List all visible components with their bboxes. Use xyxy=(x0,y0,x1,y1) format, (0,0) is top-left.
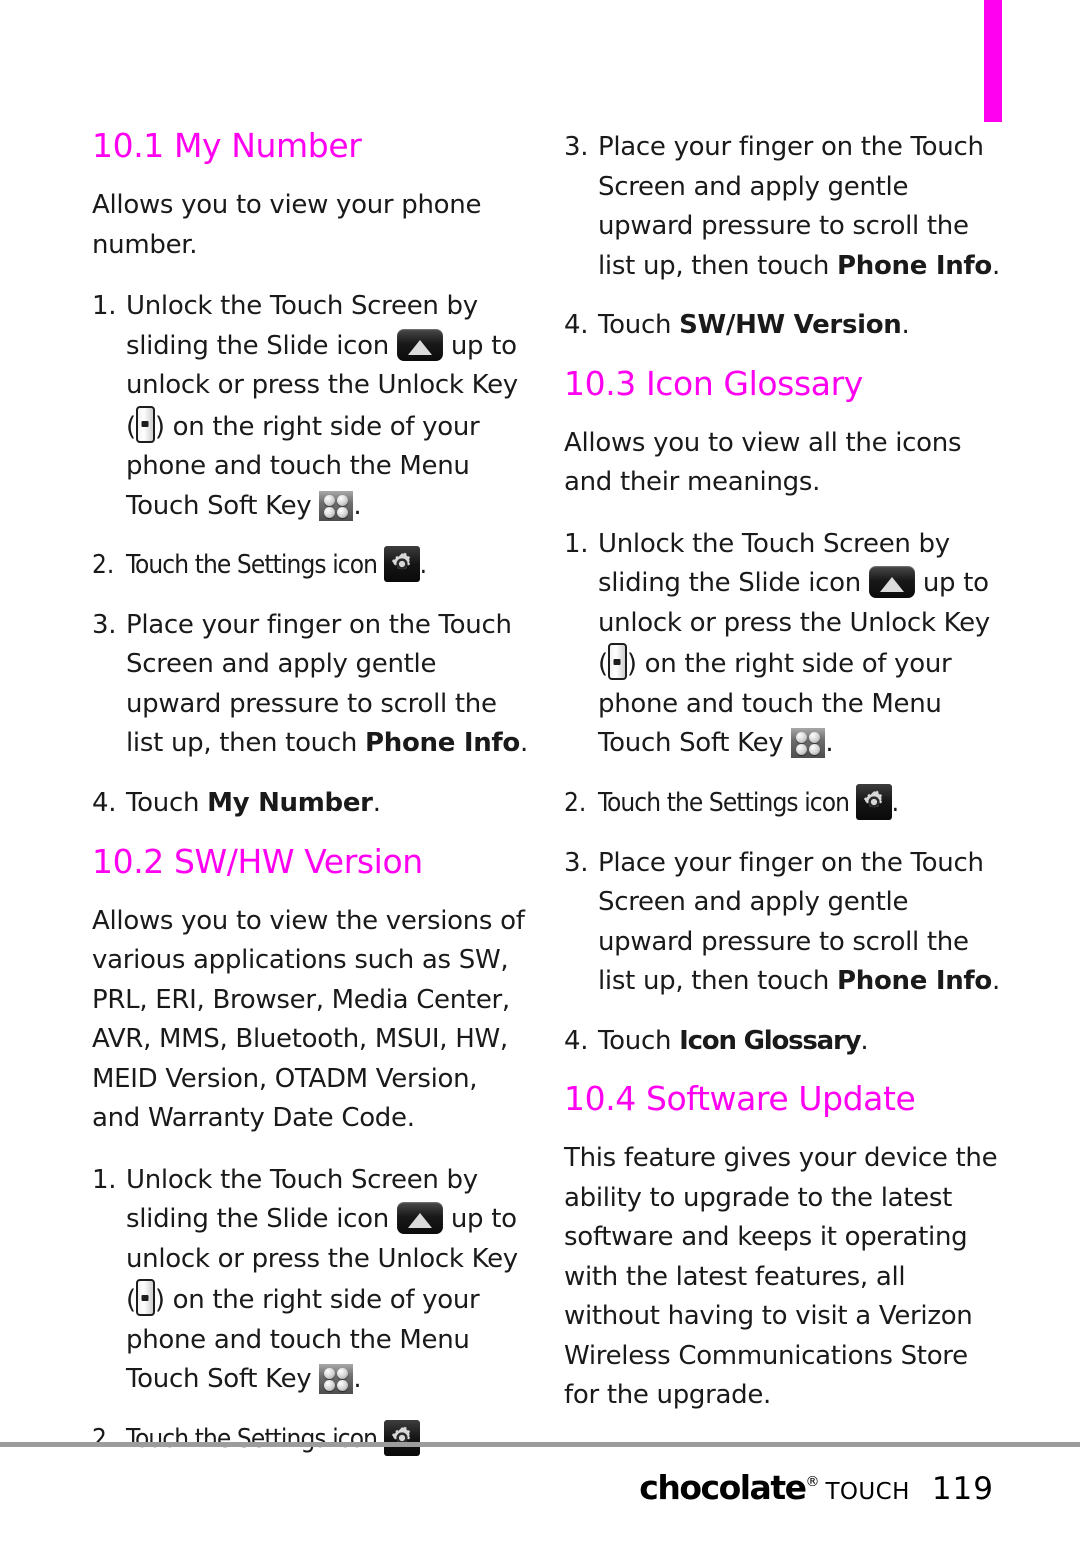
step-number: 2. xyxy=(92,550,115,581)
step-number: 2. xyxy=(92,1424,115,1454)
step-item: 1. Unlock the Touch Screen by sliding the… xyxy=(92,287,532,526)
heading-10-4: 10.4 Software Update xyxy=(564,1079,916,1119)
step-number: 1. xyxy=(564,528,589,559)
step-text: . xyxy=(891,788,899,818)
step-emphasis: SW/HW Version xyxy=(679,310,902,341)
unlock-key-icon xyxy=(607,643,627,681)
slide-icon xyxy=(396,1202,443,1235)
step-number: 3. xyxy=(92,609,117,640)
intro-10-4: This feature gives your device the abili… xyxy=(564,1143,998,1411)
footer-divider xyxy=(0,1442,1080,1447)
step-text: Touch xyxy=(598,310,680,341)
step-number: 1. xyxy=(92,291,117,322)
step-item: 1. Unlock the Touch Screen by sliding the… xyxy=(564,525,1004,764)
step-number: 4. xyxy=(564,1025,589,1056)
step-text: Touch the Settings icon xyxy=(126,550,378,581)
steps-10-2: 1. Unlock the Touch Screen by sliding the… xyxy=(92,1161,532,1460)
registered-mark: ® xyxy=(805,1474,820,1490)
step-item: 4. Touch SW/HW Version. xyxy=(564,306,1004,346)
step-text: . xyxy=(825,728,834,759)
heading-10-2: 10.2 SW/HW Version xyxy=(92,841,423,881)
slide-icon xyxy=(868,566,915,599)
step-emphasis: Icon Glossary xyxy=(679,1025,861,1056)
step-item: 4. Touch Icon Glossary. xyxy=(564,1022,1004,1062)
step-item: 3. Place your finger on the Touch Screen … xyxy=(564,844,1004,1002)
step-number: 4. xyxy=(564,310,589,341)
step-item: 2. Touch the Settings icon . xyxy=(92,546,532,586)
menu-soft-key-icon xyxy=(319,490,354,521)
step-text: . xyxy=(372,788,381,818)
step-text: ) on the right side of your phone and to… xyxy=(126,411,480,521)
heading-10-3: 10.3 Icon Glossary xyxy=(564,363,863,403)
step-number: 2. xyxy=(564,788,587,818)
heading-10-1: 10.1 My Number xyxy=(92,126,362,165)
menu-soft-key-icon xyxy=(791,728,826,759)
step-number: 3. xyxy=(564,132,589,162)
settings-gear-icon xyxy=(383,546,420,583)
intro-10-2: Allows you to view the versions of vario… xyxy=(92,905,525,1134)
page-footer: chocolate® TOUCH 119 xyxy=(0,1468,1080,1528)
slide-icon xyxy=(396,328,443,361)
left-column: 10.1 My Number Allows you to view your p… xyxy=(92,126,532,1480)
step-item: 1. Unlock the Touch Screen by sliding the… xyxy=(92,1161,532,1400)
step-text: Touch xyxy=(126,788,208,818)
settings-gear-icon xyxy=(383,1420,420,1456)
step-emphasis: Phone Info xyxy=(837,966,992,997)
step-text: . xyxy=(419,550,427,581)
steps-10-3: 1. Unlock the Touch Screen by sliding the… xyxy=(564,525,1004,1061)
step-text: Touch the Settings icon xyxy=(126,1424,378,1454)
step-item: 4. Touch My Number. xyxy=(92,784,532,824)
intro-10-3: Allows you to view all the icons and the… xyxy=(564,427,962,498)
page-number: 119 xyxy=(931,1471,994,1507)
step-number: 4. xyxy=(92,788,117,818)
step-text: . xyxy=(901,310,910,341)
manual-page: 10.1 My Number Allows you to view your p… xyxy=(0,0,1080,1552)
chapter-edge-tab xyxy=(984,0,1002,122)
step-emphasis: Phone Info xyxy=(837,250,992,281)
step-item: 3. Place your finger on the Touch Screen … xyxy=(564,128,1004,286)
step-number: 3. xyxy=(564,847,589,878)
step-emphasis: My Number xyxy=(207,788,373,818)
menu-soft-key-icon xyxy=(319,1364,354,1395)
step-item: 2. Touch the Settings icon . xyxy=(564,784,1004,824)
page-columns: 10.1 My Number Allows you to view your p… xyxy=(0,126,1080,1480)
step-text: . xyxy=(353,1364,362,1395)
step-text: . xyxy=(353,490,362,521)
brand-name: chocolate xyxy=(639,1468,807,1507)
step-text: . xyxy=(860,1025,869,1056)
step-text: . xyxy=(991,966,1000,997)
step-text: . xyxy=(991,250,1000,281)
step-item: 2. Touch the Settings icon . xyxy=(92,1420,532,1460)
steps-10-2-continued: 3. Place your finger on the Touch Screen … xyxy=(564,128,1004,346)
right-column: 3. Place your finger on the Touch Screen … xyxy=(564,128,1004,1438)
steps-10-1: 1. Unlock the Touch Screen by sliding the… xyxy=(92,287,532,823)
step-text: . xyxy=(419,1424,427,1454)
intro-10-1: Allows you to view your phone number. xyxy=(92,190,482,260)
step-text: Touch xyxy=(598,1025,680,1056)
step-text: ) on the right side of your phone and to… xyxy=(126,1285,480,1395)
brand-sublabel: TOUCH xyxy=(825,1479,910,1505)
step-text: . xyxy=(519,728,528,759)
unlock-key-icon xyxy=(135,405,155,443)
step-emphasis: Phone Info xyxy=(365,728,520,759)
settings-gear-icon xyxy=(855,784,892,820)
step-number: 1. xyxy=(92,1164,117,1195)
step-text: ) on the right side of your phone and to… xyxy=(598,649,952,759)
step-text: Touch the Settings icon xyxy=(598,788,850,818)
brand-logo: chocolate® xyxy=(639,1468,819,1507)
step-item: 3. Place your finger on the Touch Screen … xyxy=(92,606,532,764)
unlock-key-icon xyxy=(135,1279,155,1317)
